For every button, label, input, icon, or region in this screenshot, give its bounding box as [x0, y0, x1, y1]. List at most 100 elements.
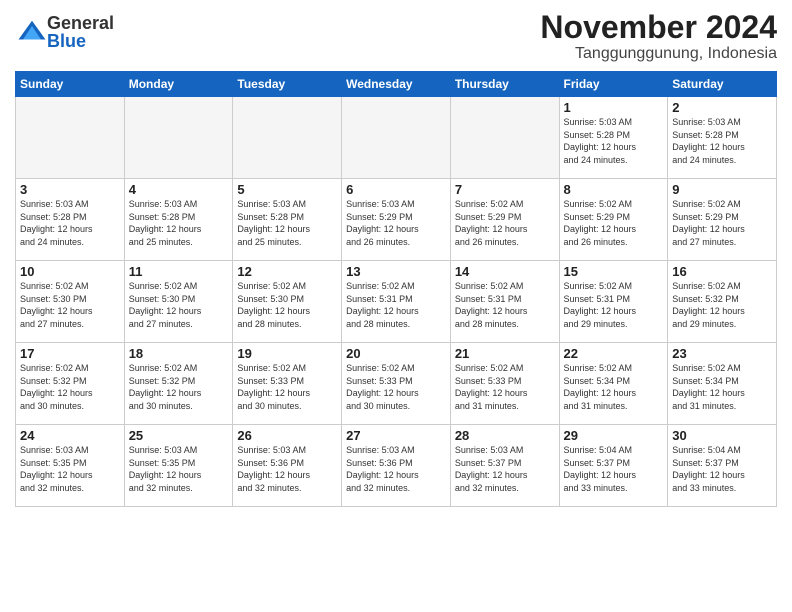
day-number: 8: [564, 182, 664, 197]
logo-text: General Blue: [47, 14, 114, 50]
day-info: Sunrise: 5:03 AM Sunset: 5:28 PM Dayligh…: [564, 116, 664, 166]
day-info: Sunrise: 5:02 AM Sunset: 5:29 PM Dayligh…: [455, 198, 555, 248]
month-title: November 2024: [540, 10, 777, 45]
calendar-cell: 6Sunrise: 5:03 AM Sunset: 5:29 PM Daylig…: [342, 179, 451, 261]
calendar-cell: 8Sunrise: 5:02 AM Sunset: 5:29 PM Daylig…: [559, 179, 668, 261]
logo-icon: [17, 17, 47, 47]
day-info: Sunrise: 5:04 AM Sunset: 5:37 PM Dayligh…: [564, 444, 664, 494]
day-number: 21: [455, 346, 555, 361]
day-info: Sunrise: 5:02 AM Sunset: 5:31 PM Dayligh…: [455, 280, 555, 330]
calendar-cell: 28Sunrise: 5:03 AM Sunset: 5:37 PM Dayli…: [450, 425, 559, 507]
logo-general-text: General: [47, 14, 114, 32]
calendar-cell: [233, 97, 342, 179]
header-sunday: Sunday: [16, 72, 125, 97]
calendar-cell: 2Sunrise: 5:03 AM Sunset: 5:28 PM Daylig…: [668, 97, 777, 179]
day-info: Sunrise: 5:02 AM Sunset: 5:34 PM Dayligh…: [672, 362, 772, 412]
week-row-4: 17Sunrise: 5:02 AM Sunset: 5:32 PM Dayli…: [16, 343, 777, 425]
title-section: November 2024 Tanggunggunung, Indonesia: [540, 10, 777, 63]
day-info: Sunrise: 5:02 AM Sunset: 5:31 PM Dayligh…: [564, 280, 664, 330]
day-info: Sunrise: 5:02 AM Sunset: 5:30 PM Dayligh…: [237, 280, 337, 330]
day-number: 12: [237, 264, 337, 279]
calendar-body: 1Sunrise: 5:03 AM Sunset: 5:28 PM Daylig…: [16, 97, 777, 507]
day-number: 16: [672, 264, 772, 279]
day-number: 19: [237, 346, 337, 361]
calendar-table: SundayMondayTuesdayWednesdayThursdayFrid…: [15, 71, 777, 507]
calendar-cell: 4Sunrise: 5:03 AM Sunset: 5:28 PM Daylig…: [124, 179, 233, 261]
day-number: 11: [129, 264, 229, 279]
day-number: 3: [20, 182, 120, 197]
day-number: 15: [564, 264, 664, 279]
calendar-header: SundayMondayTuesdayWednesdayThursdayFrid…: [16, 72, 777, 97]
week-row-1: 1Sunrise: 5:03 AM Sunset: 5:28 PM Daylig…: [16, 97, 777, 179]
location: Tanggunggunung, Indonesia: [540, 45, 777, 63]
day-number: 24: [20, 428, 120, 443]
header-tuesday: Tuesday: [233, 72, 342, 97]
logo-blue-text: Blue: [47, 32, 114, 50]
day-number: 1: [564, 100, 664, 115]
calendar-cell: 29Sunrise: 5:04 AM Sunset: 5:37 PM Dayli…: [559, 425, 668, 507]
header: General Blue November 2024 Tanggunggunun…: [15, 10, 777, 63]
day-number: 29: [564, 428, 664, 443]
week-row-2: 3Sunrise: 5:03 AM Sunset: 5:28 PM Daylig…: [16, 179, 777, 261]
calendar-cell: 30Sunrise: 5:04 AM Sunset: 5:37 PM Dayli…: [668, 425, 777, 507]
day-info: Sunrise: 5:03 AM Sunset: 5:28 PM Dayligh…: [20, 198, 120, 248]
day-info: Sunrise: 5:02 AM Sunset: 5:29 PM Dayligh…: [564, 198, 664, 248]
day-number: 25: [129, 428, 229, 443]
day-number: 23: [672, 346, 772, 361]
calendar-cell: 15Sunrise: 5:02 AM Sunset: 5:31 PM Dayli…: [559, 261, 668, 343]
day-number: 14: [455, 264, 555, 279]
day-number: 26: [237, 428, 337, 443]
calendar-cell: 21Sunrise: 5:02 AM Sunset: 5:33 PM Dayli…: [450, 343, 559, 425]
day-info: Sunrise: 5:02 AM Sunset: 5:33 PM Dayligh…: [237, 362, 337, 412]
day-info: Sunrise: 5:02 AM Sunset: 5:32 PM Dayligh…: [20, 362, 120, 412]
calendar-cell: 1Sunrise: 5:03 AM Sunset: 5:28 PM Daylig…: [559, 97, 668, 179]
day-number: 6: [346, 182, 446, 197]
calendar-cell: 9Sunrise: 5:02 AM Sunset: 5:29 PM Daylig…: [668, 179, 777, 261]
calendar-cell: 10Sunrise: 5:02 AM Sunset: 5:30 PM Dayli…: [16, 261, 125, 343]
day-number: 18: [129, 346, 229, 361]
day-number: 10: [20, 264, 120, 279]
calendar-cell: 19Sunrise: 5:02 AM Sunset: 5:33 PM Dayli…: [233, 343, 342, 425]
calendar-cell: 23Sunrise: 5:02 AM Sunset: 5:34 PM Dayli…: [668, 343, 777, 425]
calendar-cell: 12Sunrise: 5:02 AM Sunset: 5:30 PM Dayli…: [233, 261, 342, 343]
day-info: Sunrise: 5:02 AM Sunset: 5:30 PM Dayligh…: [20, 280, 120, 330]
calendar-cell: 20Sunrise: 5:02 AM Sunset: 5:33 PM Dayli…: [342, 343, 451, 425]
calendar-cell: [450, 97, 559, 179]
calendar-cell: [16, 97, 125, 179]
day-info: Sunrise: 5:02 AM Sunset: 5:34 PM Dayligh…: [564, 362, 664, 412]
day-number: 30: [672, 428, 772, 443]
day-info: Sunrise: 5:02 AM Sunset: 5:32 PM Dayligh…: [129, 362, 229, 412]
calendar-cell: 17Sunrise: 5:02 AM Sunset: 5:32 PM Dayli…: [16, 343, 125, 425]
calendar-cell: 14Sunrise: 5:02 AM Sunset: 5:31 PM Dayli…: [450, 261, 559, 343]
day-info: Sunrise: 5:03 AM Sunset: 5:35 PM Dayligh…: [129, 444, 229, 494]
day-info: Sunrise: 5:03 AM Sunset: 5:28 PM Dayligh…: [129, 198, 229, 248]
calendar-cell: 22Sunrise: 5:02 AM Sunset: 5:34 PM Dayli…: [559, 343, 668, 425]
day-number: 9: [672, 182, 772, 197]
day-info: Sunrise: 5:03 AM Sunset: 5:35 PM Dayligh…: [20, 444, 120, 494]
header-friday: Friday: [559, 72, 668, 97]
day-number: 28: [455, 428, 555, 443]
day-info: Sunrise: 5:03 AM Sunset: 5:37 PM Dayligh…: [455, 444, 555, 494]
calendar-cell: 27Sunrise: 5:03 AM Sunset: 5:36 PM Dayli…: [342, 425, 451, 507]
calendar-cell: 26Sunrise: 5:03 AM Sunset: 5:36 PM Dayli…: [233, 425, 342, 507]
header-wednesday: Wednesday: [342, 72, 451, 97]
day-number: 5: [237, 182, 337, 197]
day-info: Sunrise: 5:02 AM Sunset: 5:32 PM Dayligh…: [672, 280, 772, 330]
calendar-cell: [342, 97, 451, 179]
day-number: 7: [455, 182, 555, 197]
calendar-cell: 18Sunrise: 5:02 AM Sunset: 5:32 PM Dayli…: [124, 343, 233, 425]
day-number: 4: [129, 182, 229, 197]
day-number: 27: [346, 428, 446, 443]
calendar-cell: 5Sunrise: 5:03 AM Sunset: 5:28 PM Daylig…: [233, 179, 342, 261]
header-monday: Monday: [124, 72, 233, 97]
day-info: Sunrise: 5:03 AM Sunset: 5:36 PM Dayligh…: [237, 444, 337, 494]
day-info: Sunrise: 5:02 AM Sunset: 5:31 PM Dayligh…: [346, 280, 446, 330]
day-number: 22: [564, 346, 664, 361]
header-thursday: Thursday: [450, 72, 559, 97]
calendar-cell: 13Sunrise: 5:02 AM Sunset: 5:31 PM Dayli…: [342, 261, 451, 343]
week-row-5: 24Sunrise: 5:03 AM Sunset: 5:35 PM Dayli…: [16, 425, 777, 507]
day-number: 2: [672, 100, 772, 115]
week-row-3: 10Sunrise: 5:02 AM Sunset: 5:30 PM Dayli…: [16, 261, 777, 343]
day-info: Sunrise: 5:02 AM Sunset: 5:33 PM Dayligh…: [455, 362, 555, 412]
day-info: Sunrise: 5:02 AM Sunset: 5:33 PM Dayligh…: [346, 362, 446, 412]
